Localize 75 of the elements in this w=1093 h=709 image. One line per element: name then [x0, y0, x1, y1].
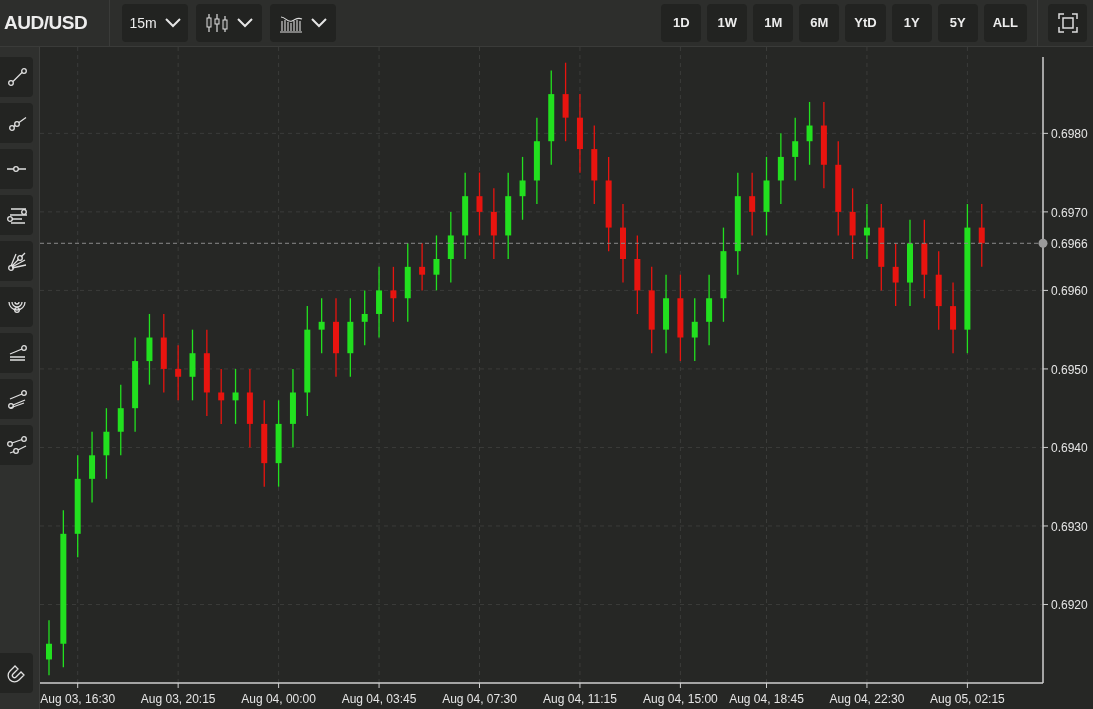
chevron-down-icon	[237, 18, 253, 28]
symbol-title: AUD/USD	[4, 10, 88, 35]
magnet-button[interactable]	[0, 653, 33, 693]
candlestick	[978, 203, 985, 268]
y-axis-label: 0.6970	[1051, 205, 1088, 220]
x-axis-label: Aug 04, 07:30	[442, 692, 517, 706]
candlestick	[117, 384, 124, 456]
candlestick	[706, 274, 713, 346]
candlestick	[218, 368, 225, 425]
fullscreen-icon	[1057, 13, 1078, 33]
x-axis-label: Aug 03, 20:15	[140, 692, 216, 706]
x-axis-label: Aug 04, 22:30	[829, 692, 905, 706]
arcs-icon	[7, 300, 26, 314]
candlestick-icon	[205, 13, 229, 33]
parallel-lines-icon	[5, 388, 28, 410]
candlestick	[691, 297, 698, 362]
x-axis-label: Aug 04, 11:15	[543, 692, 617, 706]
drawing-tool-button[interactable]	[0, 57, 33, 97]
range-button[interactable]: ALL	[983, 4, 1027, 42]
chart-style-dropdown[interactable]	[270, 4, 336, 42]
fullscreen-button[interactable]	[1048, 4, 1087, 42]
candlestick	[189, 329, 196, 401]
candlestick	[806, 101, 813, 166]
range-button[interactable]: 5Y	[937, 4, 978, 42]
candlestick	[175, 344, 182, 401]
current-price-dot	[1038, 238, 1048, 248]
candlestick	[519, 156, 526, 221]
candlestick	[749, 172, 756, 237]
x-axis-label: Aug 04, 03:45	[341, 692, 417, 706]
interval-dropdown[interactable]: 15m	[122, 4, 188, 42]
range-button[interactable]: 6M	[799, 4, 840, 42]
y-axis-label: 0.6980	[1051, 127, 1088, 142]
drawing-tool-button[interactable]	[0, 287, 33, 327]
drawing-tool-button[interactable]	[0, 103, 33, 143]
y-axis-label: 0.6920	[1051, 598, 1088, 613]
chevron-down-icon	[311, 18, 327, 28]
drawing-tool-button[interactable]	[0, 333, 33, 373]
horizontal-line-icon	[6, 165, 27, 173]
drawing-tool-button[interactable]	[0, 241, 33, 281]
candlestick	[476, 172, 483, 237]
range-button[interactable]: 1Y	[891, 4, 932, 42]
x-axis-label: Aug 04, 15:00	[643, 692, 718, 706]
drawing-tool-button[interactable]	[0, 379, 33, 419]
chevron-down-icon	[164, 18, 181, 28]
x-axis-label: Aug 03, 16:30	[40, 692, 116, 706]
current-price-label: 0.6966	[1051, 237, 1088, 252]
drawing-tool-button[interactable]	[0, 425, 33, 465]
candlestick	[46, 619, 52, 676]
candlestick	[419, 242, 426, 292]
candlestick	[892, 242, 899, 307]
candlestick	[318, 297, 325, 354]
candlestick	[863, 203, 870, 260]
candlestick	[792, 117, 799, 182]
range-button[interactable]: YtD	[845, 4, 886, 42]
candle-type-dropdown[interactable]	[196, 4, 262, 42]
candlestick	[361, 289, 368, 346]
x-axis-label: Aug 04, 18:45	[729, 692, 804, 706]
x-axis-label: Aug 04, 00:00	[241, 692, 316, 706]
drawing-tool-button[interactable]	[0, 195, 33, 235]
candlestick	[232, 368, 239, 425]
y-axis-label: 0.6960	[1051, 284, 1088, 299]
fan-lines-icon	[5, 250, 28, 272]
candlestick	[390, 266, 397, 323]
candlestick	[433, 234, 440, 292]
range-button[interactable]: 1W	[707, 4, 748, 42]
y-axis-label: 0.6950	[1051, 362, 1088, 377]
range-button[interactable]: 1M	[753, 4, 794, 42]
drawing-tool-button[interactable]	[0, 149, 33, 189]
y-axis-label: 0.6930	[1051, 519, 1088, 534]
x-axis-label: Aug 05, 02:15	[930, 692, 1005, 706]
line-segment-icon	[5, 66, 28, 88]
area-chart-icon	[279, 13, 303, 33]
range-button[interactable]: 1D	[661, 4, 702, 42]
two-lines-icon	[5, 434, 28, 456]
y-axis-label: 0.6940	[1051, 441, 1088, 456]
